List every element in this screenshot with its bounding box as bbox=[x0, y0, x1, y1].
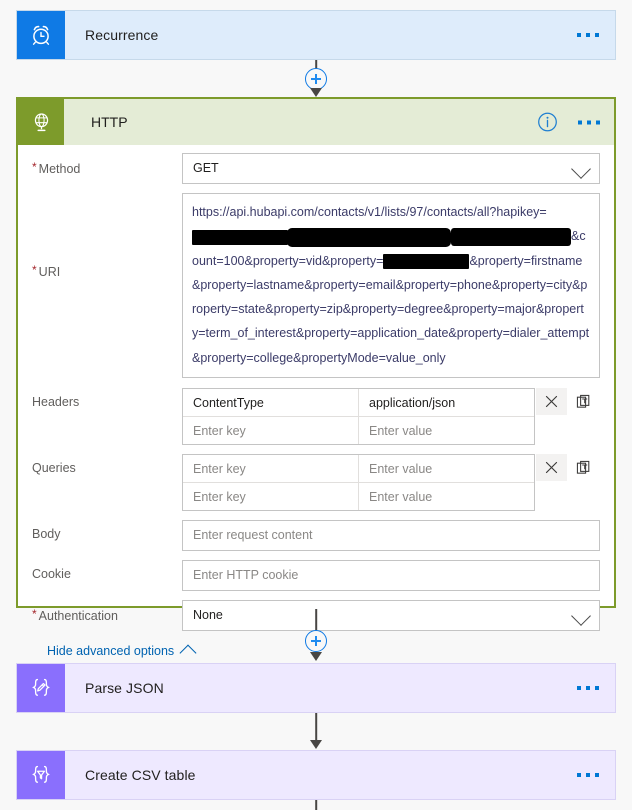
uri-text-part-1: https://api.hubapi.com/contacts/v1/lists… bbox=[192, 205, 547, 219]
flow-card-recurrence[interactable]: Recurrence bbox=[16, 10, 616, 60]
queries-key-input[interactable]: Enter key bbox=[183, 483, 359, 511]
headers-key-input[interactable]: Enter key bbox=[183, 417, 359, 445]
http-card-body: * Method GET * URI https://api.hubapi.com/… bbox=[18, 145, 614, 662]
headers-value-input[interactable]: Enter value bbox=[359, 417, 534, 444]
queries-grid: Enter key Enter value Enter key Enter va… bbox=[182, 454, 535, 512]
queries-switch-text-mode-icon[interactable] bbox=[567, 454, 600, 481]
field-row-queries: Queries Enter key Enter value Enter key bbox=[32, 454, 600, 512]
braces-funnel-icon bbox=[17, 751, 65, 799]
queries-row[interactable]: Enter key Enter value bbox=[183, 455, 534, 484]
field-row-cookie: Cookie Enter HTTP cookie bbox=[32, 560, 600, 592]
info-icon[interactable] bbox=[537, 112, 558, 133]
recurrence-overflow-menu-icon[interactable] bbox=[577, 33, 599, 37]
headers-switch-text-mode-icon[interactable] bbox=[567, 388, 600, 415]
flow-card-create-csv-table-title: Create CSV table bbox=[85, 767, 196, 783]
redaction-bar bbox=[287, 227, 451, 247]
redaction-bar bbox=[451, 228, 571, 246]
field-row-body: Body Enter request content bbox=[32, 520, 600, 552]
method-select[interactable]: GET bbox=[182, 153, 600, 184]
connector-http-to-parsejson bbox=[0, 609, 632, 664]
connector-createcsv-down bbox=[0, 800, 632, 810]
connector-arrow bbox=[310, 652, 322, 661]
method-label: * Method bbox=[32, 160, 81, 176]
redaction-bar bbox=[192, 229, 288, 245]
create-csv-overflow-menu-icon[interactable] bbox=[577, 773, 599, 777]
headers-row[interactable]: ContentType application/json bbox=[183, 389, 534, 418]
queries-value-input[interactable]: Enter value bbox=[359, 455, 534, 482]
flow-designer-canvas: Recurrence HTTP * Method GET * URI https… bbox=[0, 0, 632, 810]
connector-arrow bbox=[310, 88, 322, 97]
flow-card-parse-json-body: Parse JSON bbox=[65, 664, 615, 712]
redaction-bar bbox=[383, 253, 470, 269]
headers-row[interactable]: Enter key Enter value bbox=[183, 417, 534, 445]
connector-line bbox=[315, 713, 317, 742]
http-overflow-menu-icon[interactable] bbox=[578, 120, 600, 124]
headers-key-input[interactable]: ContentType bbox=[183, 389, 359, 417]
braces-pencil-icon bbox=[17, 664, 65, 712]
body-input[interactable]: Enter request content bbox=[182, 520, 600, 552]
cookie-label: Cookie bbox=[32, 567, 71, 582]
http-card-header-body: HTTP bbox=[64, 99, 614, 145]
connector-arrow bbox=[310, 740, 322, 749]
http-card-header[interactable]: HTTP bbox=[18, 99, 614, 145]
queries-value-input[interactable]: Enter value bbox=[359, 483, 534, 510]
field-row-uri: * URI https://api.hubapi.com/contacts/v1/… bbox=[32, 193, 600, 379]
flow-card-create-csv-table-body: Create CSV table bbox=[65, 751, 615, 799]
connector-line bbox=[315, 609, 317, 631]
flow-card-parse-json-title: Parse JSON bbox=[85, 680, 164, 696]
queries-label: Queries bbox=[32, 461, 76, 476]
required-asterisk: * bbox=[32, 160, 37, 174]
flow-card-recurrence-body: Recurrence bbox=[65, 11, 615, 59]
flow-card-recurrence-title: Recurrence bbox=[85, 27, 159, 43]
uri-input[interactable]: https://api.hubapi.com/contacts/v1/lists… bbox=[182, 193, 600, 379]
cookie-input[interactable]: Enter HTTP cookie bbox=[182, 560, 600, 592]
queries-delete-row-icon[interactable] bbox=[536, 454, 567, 482]
flow-card-http-title: HTTP bbox=[91, 114, 128, 130]
insert-step-button-1[interactable] bbox=[305, 68, 327, 90]
queries-key-input[interactable]: Enter key bbox=[183, 455, 359, 483]
connector-line bbox=[315, 800, 317, 810]
queries-row[interactable]: Enter key Enter value bbox=[183, 483, 534, 511]
connector-recurrence-to-http bbox=[0, 60, 632, 97]
alarm-clock-icon bbox=[17, 11, 65, 59]
globe-http-icon bbox=[18, 99, 64, 145]
headers-label: Headers bbox=[32, 395, 80, 410]
headers-value-input[interactable]: application/json bbox=[359, 389, 534, 416]
flow-card-http: HTTP * Method GET * URI https://api.huba… bbox=[16, 97, 616, 662]
headers-grid: ContentType application/json Enter key E… bbox=[182, 388, 535, 446]
uri-text-part-3: &property=firstname&property=lastname&pr… bbox=[192, 253, 590, 365]
headers-delete-row-icon[interactable] bbox=[536, 388, 567, 416]
flow-card-parse-json[interactable]: Parse JSON bbox=[16, 663, 616, 713]
connector-parsejson-to-createcsv bbox=[0, 713, 632, 750]
insert-step-button-2[interactable] bbox=[305, 630, 327, 652]
parse-json-overflow-menu-icon[interactable] bbox=[577, 686, 599, 690]
uri-label: * URI bbox=[32, 263, 61, 279]
field-row-headers: Headers ContentType application/json Ent… bbox=[32, 388, 600, 446]
body-label: Body bbox=[32, 527, 61, 542]
field-row-method: * Method GET bbox=[32, 153, 600, 184]
required-asterisk: * bbox=[32, 263, 37, 277]
flow-card-create-csv-table[interactable]: Create CSV table bbox=[16, 750, 616, 800]
